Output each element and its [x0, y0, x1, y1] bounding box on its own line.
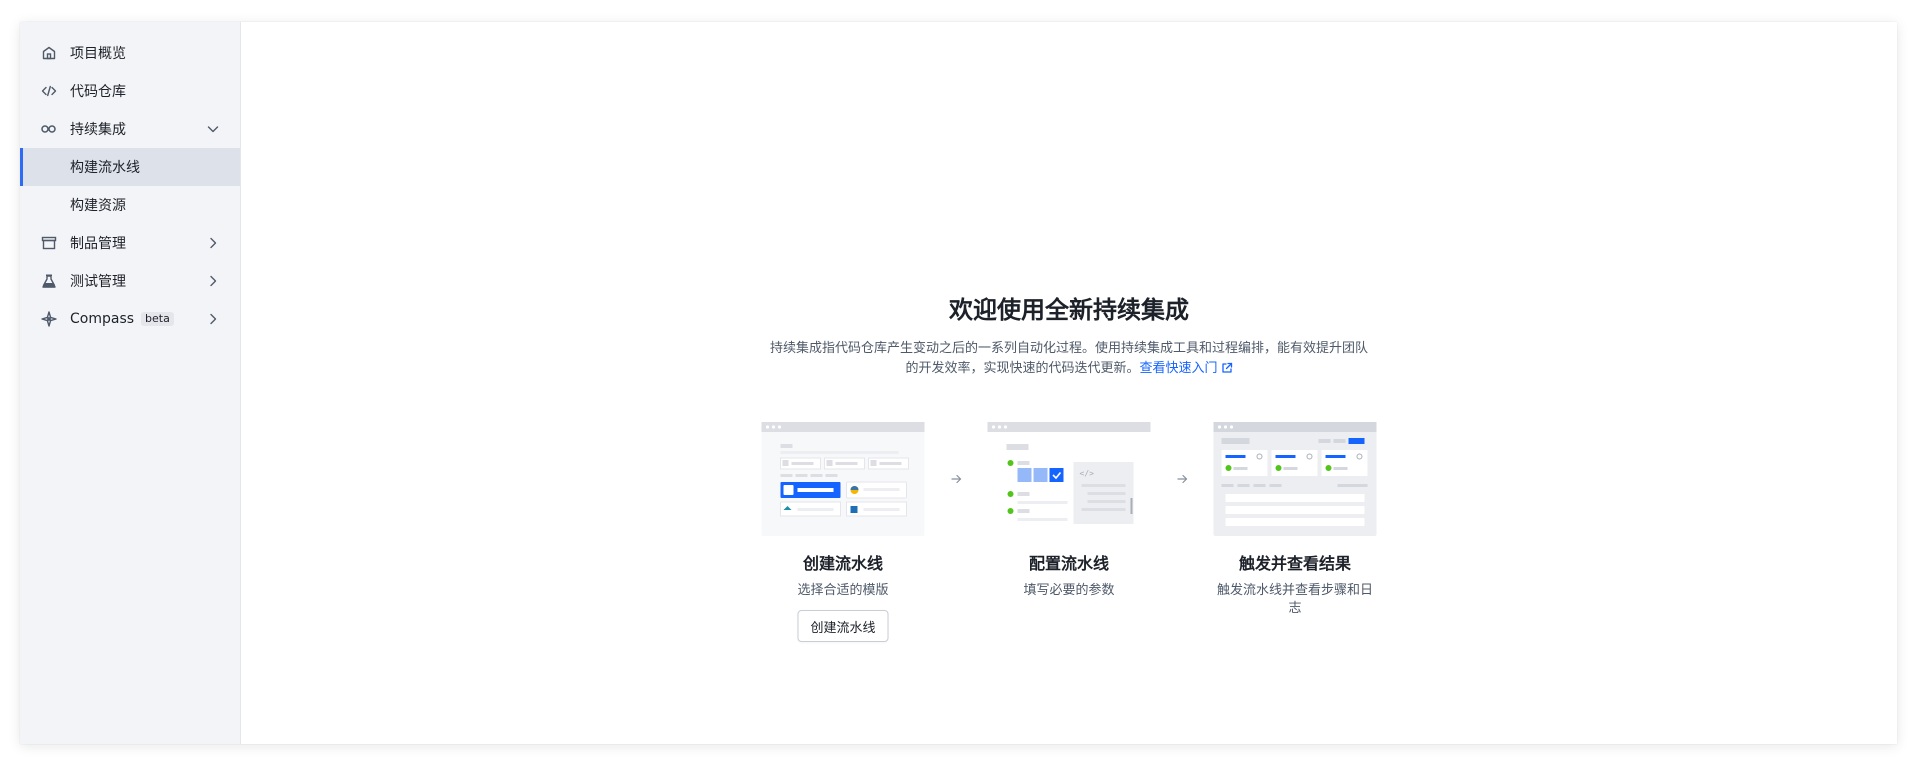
infinity-icon: [40, 121, 57, 138]
quickstart-link-label: 查看快速入门: [1139, 361, 1218, 376]
configure-pipeline-illustration: </>: [987, 422, 1151, 536]
beta-badge: beta: [141, 312, 174, 326]
create-pipeline-illustration: [761, 422, 925, 536]
chevron-right-icon: [206, 236, 220, 250]
sidebar: 项目概览 代码仓库 持续集成 构建流水线 构建资源 制品管理 测试管理 Comp…: [20, 22, 241, 744]
description-line-2: 的开发效率，实现快速的代码迭代更新。: [905, 361, 1140, 376]
trigger-results-illustration: [1213, 422, 1377, 536]
arrow-right-icon: [1152, 422, 1213, 536]
compass-icon: [40, 311, 57, 328]
main-content: 欢迎使用全新持续集成 持续集成指代码仓库产生变动之后的一系列自动化过程。使用持续…: [241, 22, 1897, 744]
sidebar-item-overview[interactable]: 项目概览: [20, 34, 240, 72]
sidebar-item-ci[interactable]: 持续集成: [20, 110, 240, 148]
step-subtitle: 填写必要的参数: [1023, 583, 1115, 598]
step-create-pipeline: 创建流水线 选择合适的模版 创建流水线: [761, 422, 926, 642]
chevron-down-icon: [206, 122, 220, 136]
step-trigger-results: 触发并查看结果 触发流水线并查看步骤和日志: [1213, 422, 1378, 618]
chevron-right-icon: [206, 312, 220, 326]
svg-text:</>: </>: [1080, 469, 1095, 478]
sidebar-item-testing[interactable]: 测试管理: [20, 262, 240, 300]
step-subtitle: 选择合适的模版: [797, 583, 889, 598]
sidebar-item-label: 持续集成: [70, 122, 126, 138]
chevron-right-icon: [206, 274, 220, 288]
box-icon: [40, 235, 57, 252]
sidebar-item-artifacts[interactable]: 制品管理: [20, 224, 240, 262]
sidebar-item-compass[interactable]: Compass beta: [20, 300, 240, 338]
create-pipeline-button[interactable]: 创建流水线: [797, 610, 889, 642]
app-window: 项目概览 代码仓库 持续集成 构建流水线 构建资源 制品管理 测试管理 Comp…: [20, 22, 1897, 744]
sidebar-item-label: 制品管理: [70, 236, 126, 252]
compass-label: Compass: [70, 311, 135, 327]
steps: 创建流水线 选择合适的模版 创建流水线 </> 配置流水线 填写必要的参数 触发…: [761, 422, 1378, 642]
code-icon: [40, 83, 57, 100]
home-icon: [40, 45, 57, 62]
sidebar-item-label: 测试管理: [70, 274, 126, 290]
sidebar-item-repo[interactable]: 代码仓库: [20, 72, 240, 110]
sidebar-item-label: 构建流水线: [70, 160, 140, 176]
arrow-right-icon: [926, 422, 987, 536]
step-configure-pipeline: </> 配置流水线 填写必要的参数: [987, 422, 1152, 600]
sidebar-item-label: 代码仓库: [70, 84, 126, 100]
external-link-icon: [1221, 361, 1233, 381]
welcome-description: 持续集成指代码仓库产生变动之后的一系列自动化过程。使用持续集成工具和过程编排，能…: [739, 339, 1399, 381]
sidebar-item-label: 构建资源: [70, 198, 126, 214]
sidebar-item-build-pipeline[interactable]: 构建流水线: [20, 148, 240, 186]
quickstart-link[interactable]: 查看快速入门: [1140, 361, 1233, 376]
sidebar-item-label: 项目概览: [70, 46, 126, 62]
sidebar-item-build-resources[interactable]: 构建资源: [20, 186, 240, 224]
step-title: 触发并查看结果: [1238, 554, 1351, 573]
description-line-1: 持续集成指代码仓库产生变动之后的一系列自动化过程。使用持续集成工具和过程编排，能…: [769, 341, 1368, 356]
sidebar-item-label: Compass beta: [70, 311, 206, 327]
page-title: 欢迎使用全新持续集成: [949, 296, 1189, 324]
step-subtitle: 触发流水线并查看步骤和日志: [1216, 583, 1373, 616]
step-title: 配置流水线: [1028, 554, 1109, 573]
flask-icon: [40, 273, 57, 290]
step-title: 创建流水线: [802, 554, 883, 573]
